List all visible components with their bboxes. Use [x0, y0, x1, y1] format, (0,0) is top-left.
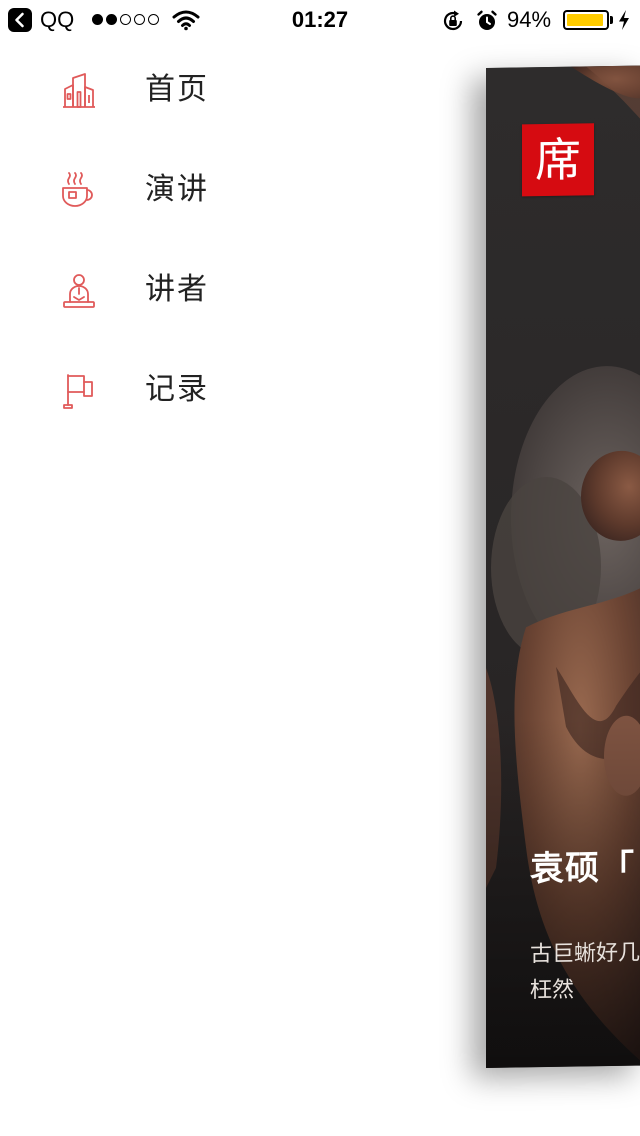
main-content-card[interactable]: 席 袁硕「 古巨蜥好几 枉然 [486, 65, 640, 1069]
app-screen: QQ 01:27 94% 首页 演讲 讲者 记录 席 袁硕「 古巨蜥好几 枉然 [0, 0, 640, 1136]
menu-item-records[interactable]: 记录 [0, 340, 440, 440]
menu-item-home[interactable]: 首页 [0, 40, 440, 140]
battery-cap [610, 16, 613, 24]
rotation-lock-icon [441, 9, 465, 37]
side-menu: 首页 演讲 讲者 记录 [0, 40, 440, 440]
brand-logo: 席 [522, 123, 594, 197]
alarm-icon [475, 9, 499, 37]
battery-percent: 94% [507, 7, 552, 32]
battery-fill [567, 14, 603, 26]
charging-bolt-icon [617, 9, 631, 35]
menu-item-talks[interactable]: 演讲 [0, 140, 440, 240]
battery-icon [563, 10, 609, 30]
menu-item-speakers[interactable]: 讲者 [0, 240, 440, 340]
menu-label-home: 首页 [145, 72, 209, 107]
coffee-cup-icon [60, 172, 98, 210]
status-bar: QQ 01:27 94% [0, 0, 640, 40]
menu-label-records: 记录 [145, 372, 209, 407]
menu-label-speakers: 讲者 [145, 272, 209, 307]
menu-label-talks: 演讲 [145, 172, 209, 207]
buildings-icon [60, 72, 98, 110]
talk-description: 古巨蜥好几 枉然 [530, 940, 640, 1004]
cover-image [486, 65, 640, 1068]
flag-icon [60, 372, 98, 410]
talk-title[interactable]: 袁硕「 [530, 846, 635, 892]
speaker-person-icon [60, 272, 98, 310]
